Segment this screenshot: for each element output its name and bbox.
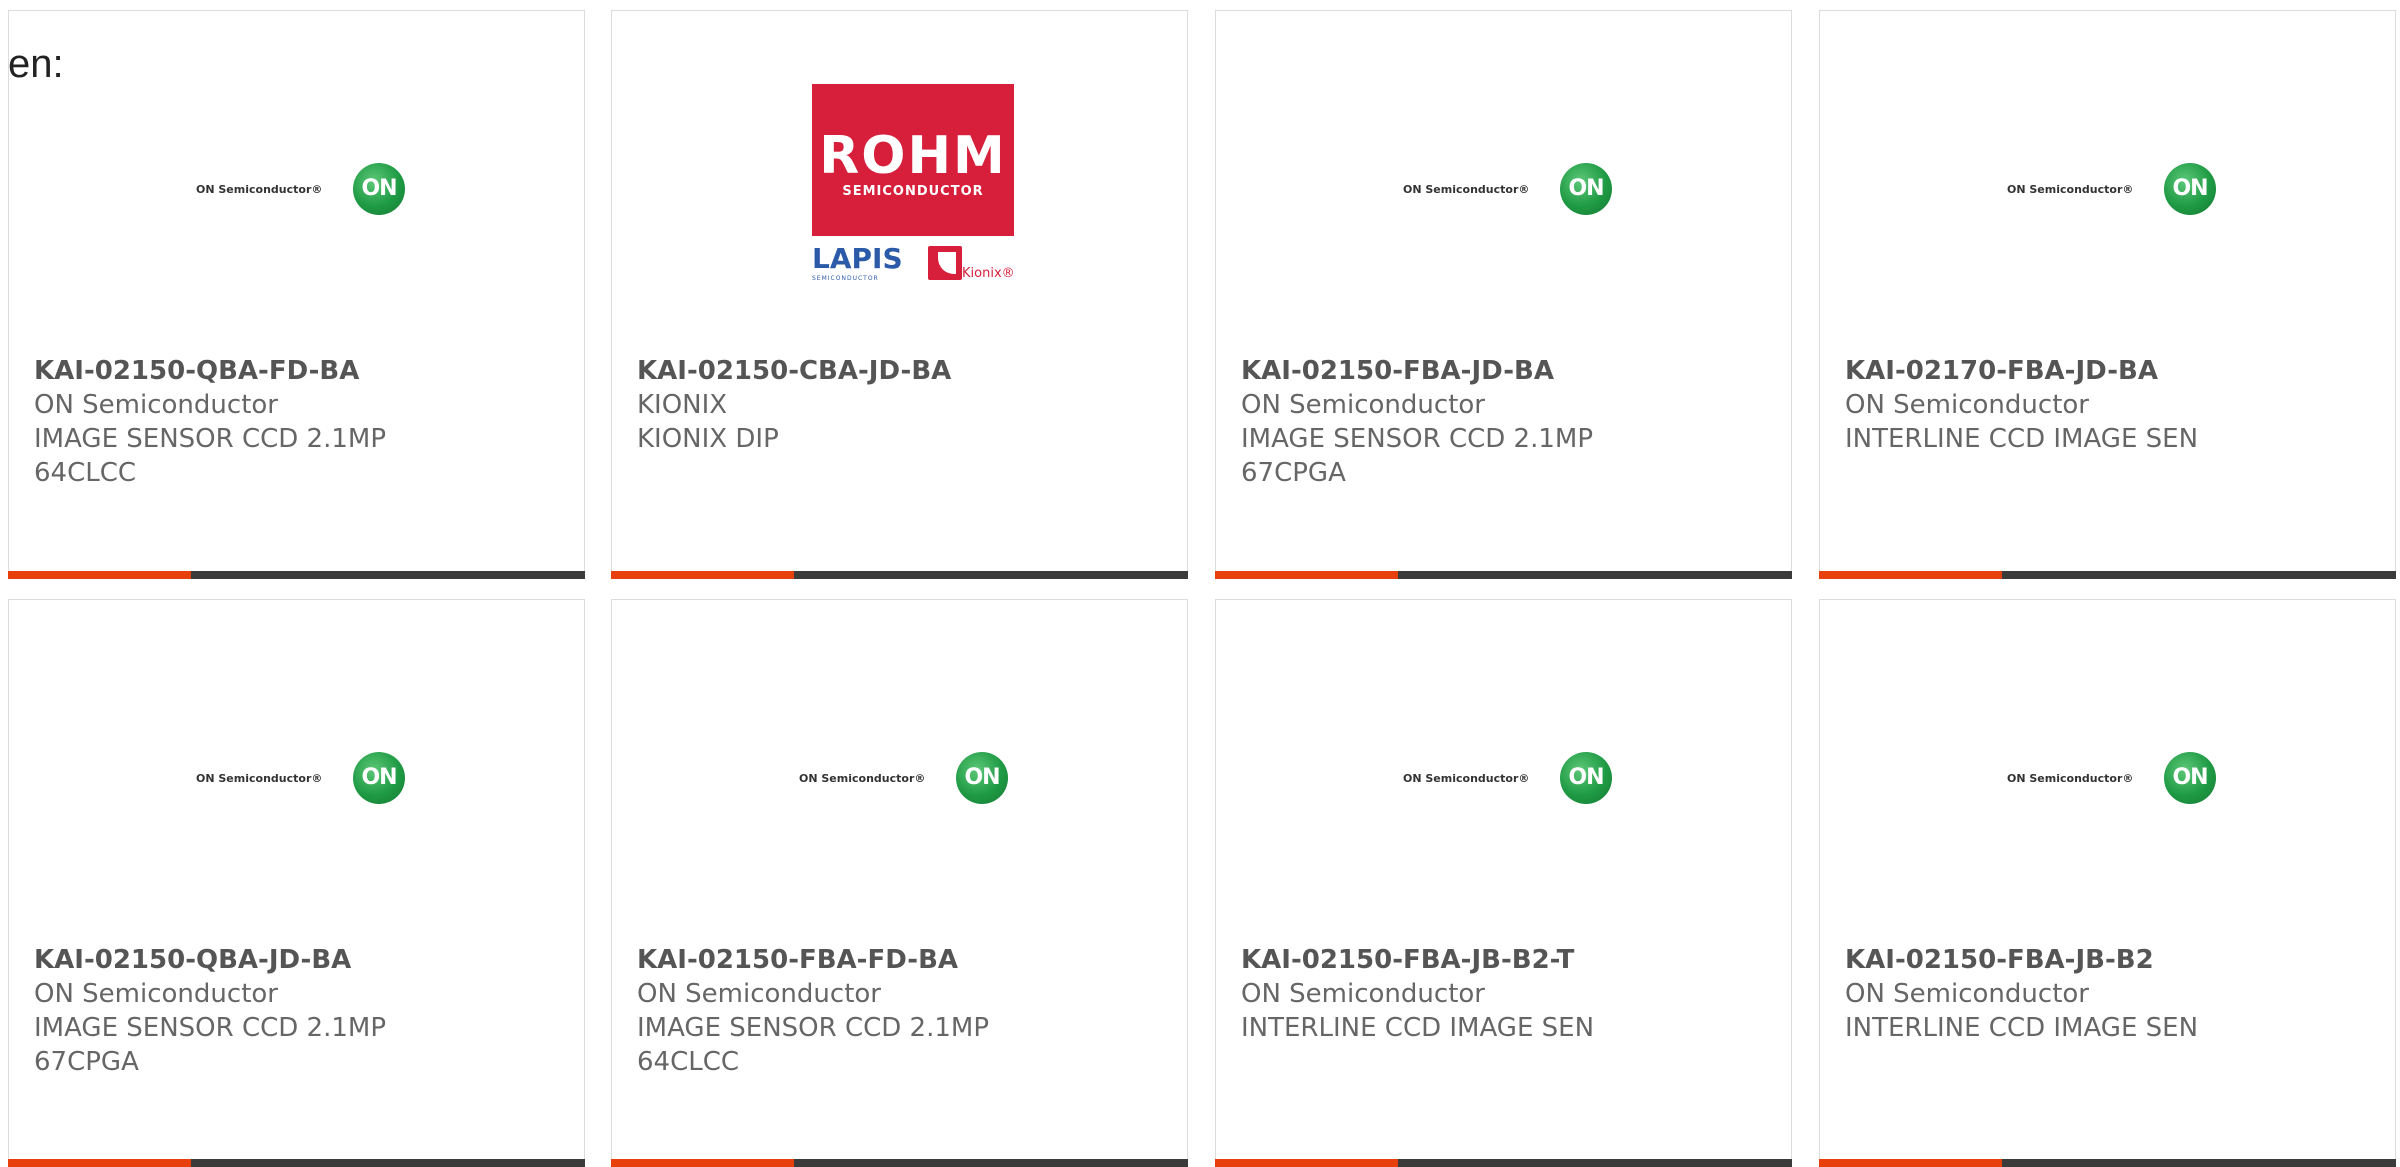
card-footer-bar xyxy=(1819,1159,2396,1167)
page-text-fragment: en: xyxy=(8,42,64,86)
product-package: 64CLCC xyxy=(637,1047,740,1077)
product-info: KAI-02150-FBA-JB-B2 ON Semiconductor INT… xyxy=(1845,943,2375,1045)
product-card[interactable]: ON Semiconductor® ON KAI-02150-FBA-FD-BA… xyxy=(611,599,1188,1167)
manufacturer-name: ON Semiconductor xyxy=(34,390,278,420)
card-accent-bar xyxy=(1819,1159,2002,1167)
manufacturer-logo-area: ON Semiconductor® ON xyxy=(9,600,584,940)
product-description: INTERLINE CCD IMAGE SEN xyxy=(1845,424,2199,454)
product-info: KAI-02150-QBA-JD-BA ON Semiconductor IMA… xyxy=(34,943,564,1079)
product-card[interactable]: ON Semiconductor® ON KAI-02150-FBA-JD-BA… xyxy=(1215,10,1792,578)
card-footer-bar xyxy=(1819,571,2396,579)
manufacturer-logo-area: ON Semiconductor® ON xyxy=(1820,600,2395,940)
on-semiconductor-logo: ON Semiconductor® ON xyxy=(196,752,406,808)
product-card[interactable]: ROHM SEMICONDUCTOR LAPIS SEMICONDUCTOR K… xyxy=(611,10,1188,578)
part-number[interactable]: KAI-02150-QBA-JD-BA xyxy=(34,943,564,977)
on-semiconductor-logo: ON Semiconductor® ON xyxy=(2007,752,2217,808)
part-number[interactable]: KAI-02150-FBA-FD-BA xyxy=(637,943,1167,977)
product-description: INTERLINE CCD IMAGE SEN xyxy=(1241,1013,1595,1043)
part-number[interactable]: KAI-02150-CBA-JD-BA xyxy=(637,354,1167,388)
product-description: IMAGE SENSOR CCD 2.1MP xyxy=(637,1013,990,1043)
on-semiconductor-logo: ON Semiconductor® ON xyxy=(799,752,1009,808)
card-accent-bar xyxy=(611,1159,794,1167)
product-package: 64CLCC xyxy=(34,458,137,488)
manufacturer-name: ON Semiconductor xyxy=(637,979,881,1009)
product-description: IMAGE SENSOR CCD 2.1MP xyxy=(34,1013,387,1043)
card-accent-bar xyxy=(8,571,191,579)
part-number[interactable]: KAI-02150-FBA-JB-B2-T xyxy=(1241,943,1771,977)
card-footer-bar xyxy=(611,571,1188,579)
product-grid: ON Semiconductor® ON KAI-02150-QBA-FD-BA… xyxy=(0,0,2400,1167)
part-number[interactable]: KAI-02150-FBA-JB-B2 xyxy=(1845,943,2375,977)
lapis-logo: LAPIS SEMICONDUCTOR xyxy=(812,242,903,283)
kionix-mark-icon xyxy=(928,246,962,280)
rohm-semiconductor-logo: ROHM SEMICONDUCTOR LAPIS SEMICONDUCTOR K… xyxy=(812,84,1015,294)
card-footer-bar xyxy=(1215,571,1792,579)
manufacturer-name: ON Semiconductor xyxy=(1845,979,2089,1009)
product-card[interactable]: ON Semiconductor® ON KAI-02150-FBA-JB-B2… xyxy=(1215,599,1792,1167)
manufacturer-name: ON Semiconductor xyxy=(1845,390,2089,420)
manufacturer-logo-area: ON Semiconductor® ON xyxy=(1820,11,2395,351)
product-package: 67CPGA xyxy=(34,1047,139,1077)
product-info: KAI-02170-FBA-JD-BA ON Semiconductor INT… xyxy=(1845,354,2375,456)
manufacturer-name: ON Semiconductor xyxy=(1241,979,1485,1009)
kionix-logo: Kionix® xyxy=(928,244,1015,286)
manufacturer-logo-area: ON Semiconductor® ON xyxy=(1216,11,1791,351)
product-description: IMAGE SENSOR CCD 2.1MP xyxy=(1241,424,1594,454)
product-info: KAI-02150-CBA-JD-BA KIONIX KIONIX DIP xyxy=(637,354,1167,456)
manufacturer-name: KIONIX xyxy=(637,390,728,420)
product-card[interactable]: ON Semiconductor® ON KAI-02150-FBA-JB-B2… xyxy=(1819,599,2396,1167)
manufacturer-name: ON Semiconductor xyxy=(1241,390,1485,420)
card-footer-bar xyxy=(8,1159,585,1167)
card-footer-bar xyxy=(1215,1159,1792,1167)
on-semiconductor-logo: ON Semiconductor® ON xyxy=(2007,163,2217,219)
manufacturer-logo-area: ON Semiconductor® ON xyxy=(9,11,584,351)
card-accent-bar xyxy=(8,1159,191,1167)
product-description: INTERLINE CCD IMAGE SEN xyxy=(1845,1013,2199,1043)
product-info: KAI-02150-QBA-FD-BA ON Semiconductor IMA… xyxy=(34,354,564,490)
product-card[interactable]: ON Semiconductor® ON KAI-02170-FBA-JD-BA… xyxy=(1819,10,2396,578)
product-info: KAI-02150-FBA-JB-B2-T ON Semiconductor I… xyxy=(1241,943,1771,1045)
product-info: KAI-02150-FBA-JD-BA ON Semiconductor IMA… xyxy=(1241,354,1771,490)
manufacturer-name: ON Semiconductor xyxy=(34,979,278,1009)
card-accent-bar xyxy=(1215,1159,1398,1167)
card-accent-bar xyxy=(611,571,794,579)
part-number[interactable]: KAI-02170-FBA-JD-BA xyxy=(1845,354,2375,388)
product-info: KAI-02150-FBA-FD-BA ON Semiconductor IMA… xyxy=(637,943,1167,1079)
manufacturer-logo-area: ROHM SEMICONDUCTOR LAPIS SEMICONDUCTOR K… xyxy=(612,11,1187,351)
product-description: IMAGE SENSOR CCD 2.1MP xyxy=(34,424,387,454)
card-accent-bar xyxy=(1215,571,1398,579)
product-description: KIONIX DIP xyxy=(637,424,779,454)
product-card[interactable]: ON Semiconductor® ON KAI-02150-QBA-FD-BA… xyxy=(8,10,585,578)
product-card[interactable]: ON Semiconductor® ON KAI-02150-QBA-JD-BA… xyxy=(8,599,585,1167)
part-number[interactable]: KAI-02150-FBA-JD-BA xyxy=(1241,354,1771,388)
manufacturer-logo-area: ON Semiconductor® ON xyxy=(612,600,1187,940)
manufacturer-logo-area: ON Semiconductor® ON xyxy=(1216,600,1791,940)
product-package: 67CPGA xyxy=(1241,458,1346,488)
card-footer-bar xyxy=(8,571,585,579)
rohm-logo-box: ROHM SEMICONDUCTOR xyxy=(812,84,1014,236)
on-semiconductor-logo: ON Semiconductor® ON xyxy=(1403,752,1613,808)
card-accent-bar xyxy=(1819,571,2002,579)
part-number[interactable]: KAI-02150-QBA-FD-BA xyxy=(34,354,564,388)
on-semiconductor-logo: ON Semiconductor® ON xyxy=(1403,163,1613,219)
on-semiconductor-logo: ON Semiconductor® ON xyxy=(196,163,406,219)
card-footer-bar xyxy=(611,1159,1188,1167)
